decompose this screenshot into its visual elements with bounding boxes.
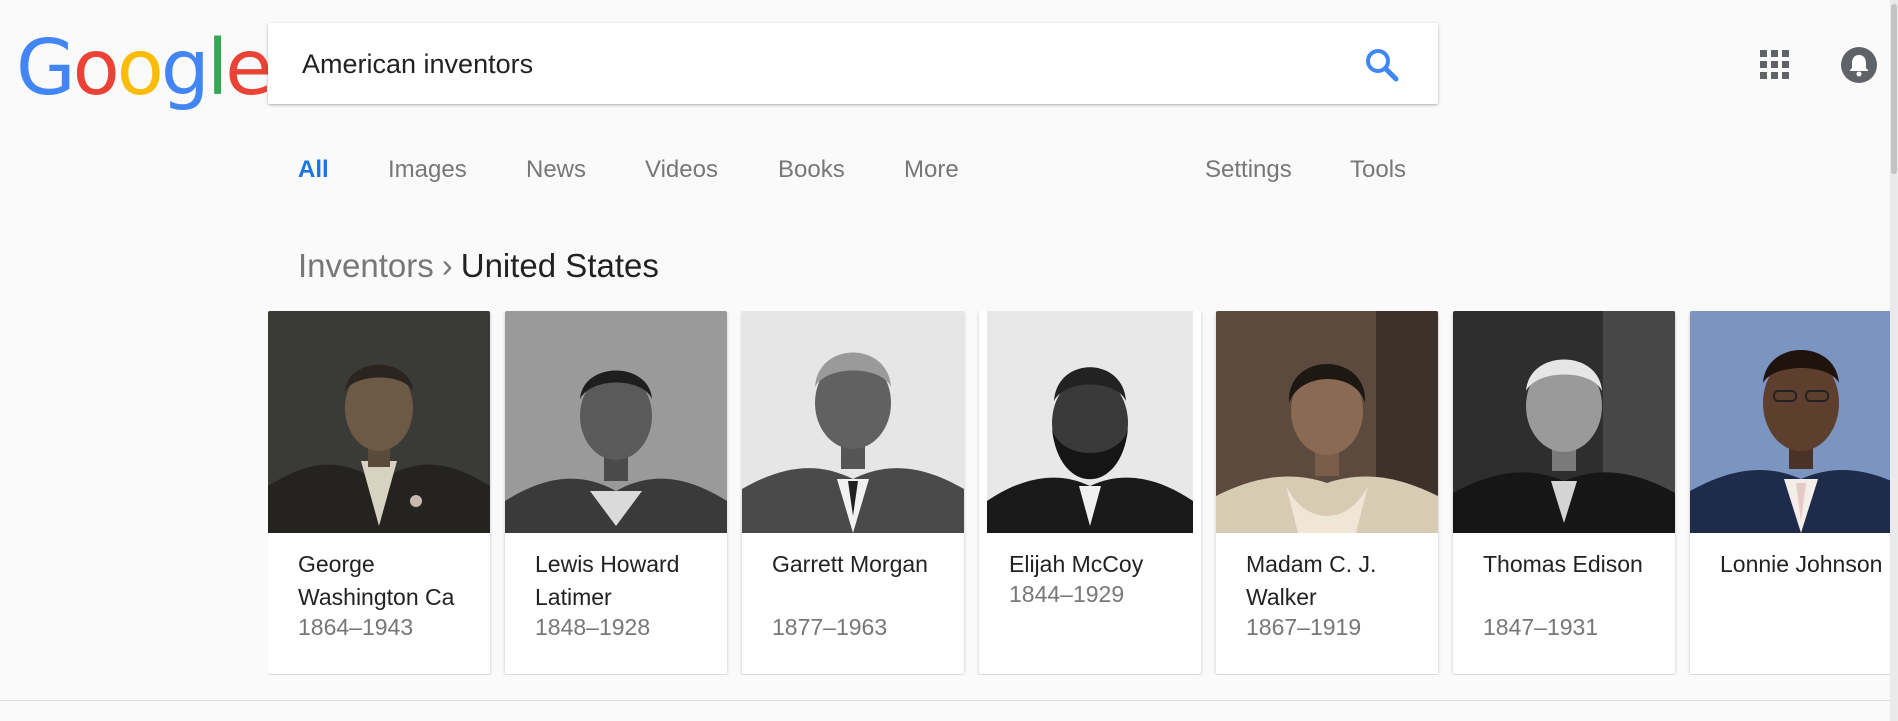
apps-grid-icon[interactable] <box>1758 48 1792 82</box>
tab-more[interactable]: More <box>904 156 959 184</box>
search-input[interactable] <box>300 43 1304 85</box>
inventor-name: George Washington Ca <box>298 551 455 610</box>
inventor-name: Garrett Morgan <box>772 551 928 577</box>
inventor-photo <box>1690 311 1890 533</box>
inventor-photo <box>268 311 490 533</box>
inventor-name: Thomas Edison <box>1483 551 1643 577</box>
breadcrumb-current: United States <box>460 247 659 284</box>
inventor-photo <box>1216 311 1438 533</box>
inventors-carousel[interactable]: George Washington Ca 1864–1943 Lewis How… <box>268 311 1890 675</box>
inventor-card[interactable]: Elijah McCoy 1844–1929 <box>979 311 1201 674</box>
page-scrollbar[interactable] <box>1890 0 1898 721</box>
logo-letter: e <box>225 24 272 113</box>
search-tabs: All Images News Videos Books More Settin… <box>0 156 1898 186</box>
logo-letter: G <box>16 24 76 113</box>
inventor-years: 1848–1928 <box>535 614 651 640</box>
tab-images[interactable]: Images <box>388 156 467 184</box>
notifications-bell-icon[interactable] <box>1840 46 1878 84</box>
inventor-card[interactable]: Lewis Howard Latimer 1848–1928 <box>505 311 727 674</box>
logo-letter: g <box>160 24 210 113</box>
breadcrumb: Inventors › United States <box>298 247 659 285</box>
section-divider <box>0 700 1890 701</box>
tab-news[interactable]: News <box>526 156 586 184</box>
tab-videos[interactable]: Videos <box>645 156 718 184</box>
inventor-name: Lonnie Johnson <box>1720 551 1883 577</box>
inventor-card[interactable]: George Washington Ca 1864–1943 <box>268 311 490 674</box>
inventor-photo <box>505 311 727 533</box>
inventor-years: 1847–1931 <box>1483 614 1599 640</box>
search-icon[interactable] <box>1362 45 1402 85</box>
inventor-years: 1867–1919 <box>1246 614 1362 640</box>
inventor-photo <box>979 311 1201 533</box>
inventor-card[interactable]: Lonnie Johnson <box>1690 311 1890 674</box>
inventor-card[interactable]: Garrett Morgan 1877–1963 <box>742 311 964 674</box>
tab-all[interactable]: All <box>298 156 329 184</box>
logo-letter: o <box>116 24 164 113</box>
inventor-photo <box>742 311 964 533</box>
breadcrumb-parent[interactable]: Inventors <box>298 247 434 284</box>
inventor-photo <box>1453 311 1675 533</box>
logo-letter: o <box>72 24 120 113</box>
inventor-name: Madam C. J. Walker <box>1246 551 1377 610</box>
logo-letter: l <box>206 24 228 113</box>
inventor-name: Lewis Howard Latimer <box>535 551 680 610</box>
google-logo[interactable]: Google <box>16 24 273 113</box>
inventor-years: 1844–1929 <box>1009 581 1125 607</box>
inventor-card[interactable]: Madam C. J. Walker 1867–1919 <box>1216 311 1438 674</box>
inventor-years: 1864–1943 <box>298 614 414 640</box>
scrollbar-thumb[interactable] <box>1891 4 1897 174</box>
inventor-years: 1877–1963 <box>772 614 888 640</box>
inventor-card[interactable]: Thomas Edison 1847–1931 <box>1453 311 1675 674</box>
breadcrumb-separator: › <box>441 247 453 284</box>
tab-settings[interactable]: Settings <box>1205 156 1292 184</box>
tab-books[interactable]: Books <box>778 156 845 184</box>
search-box[interactable] <box>268 23 1438 104</box>
inventor-name: Elijah McCoy <box>1009 551 1144 577</box>
tab-tools[interactable]: Tools <box>1350 156 1406 184</box>
